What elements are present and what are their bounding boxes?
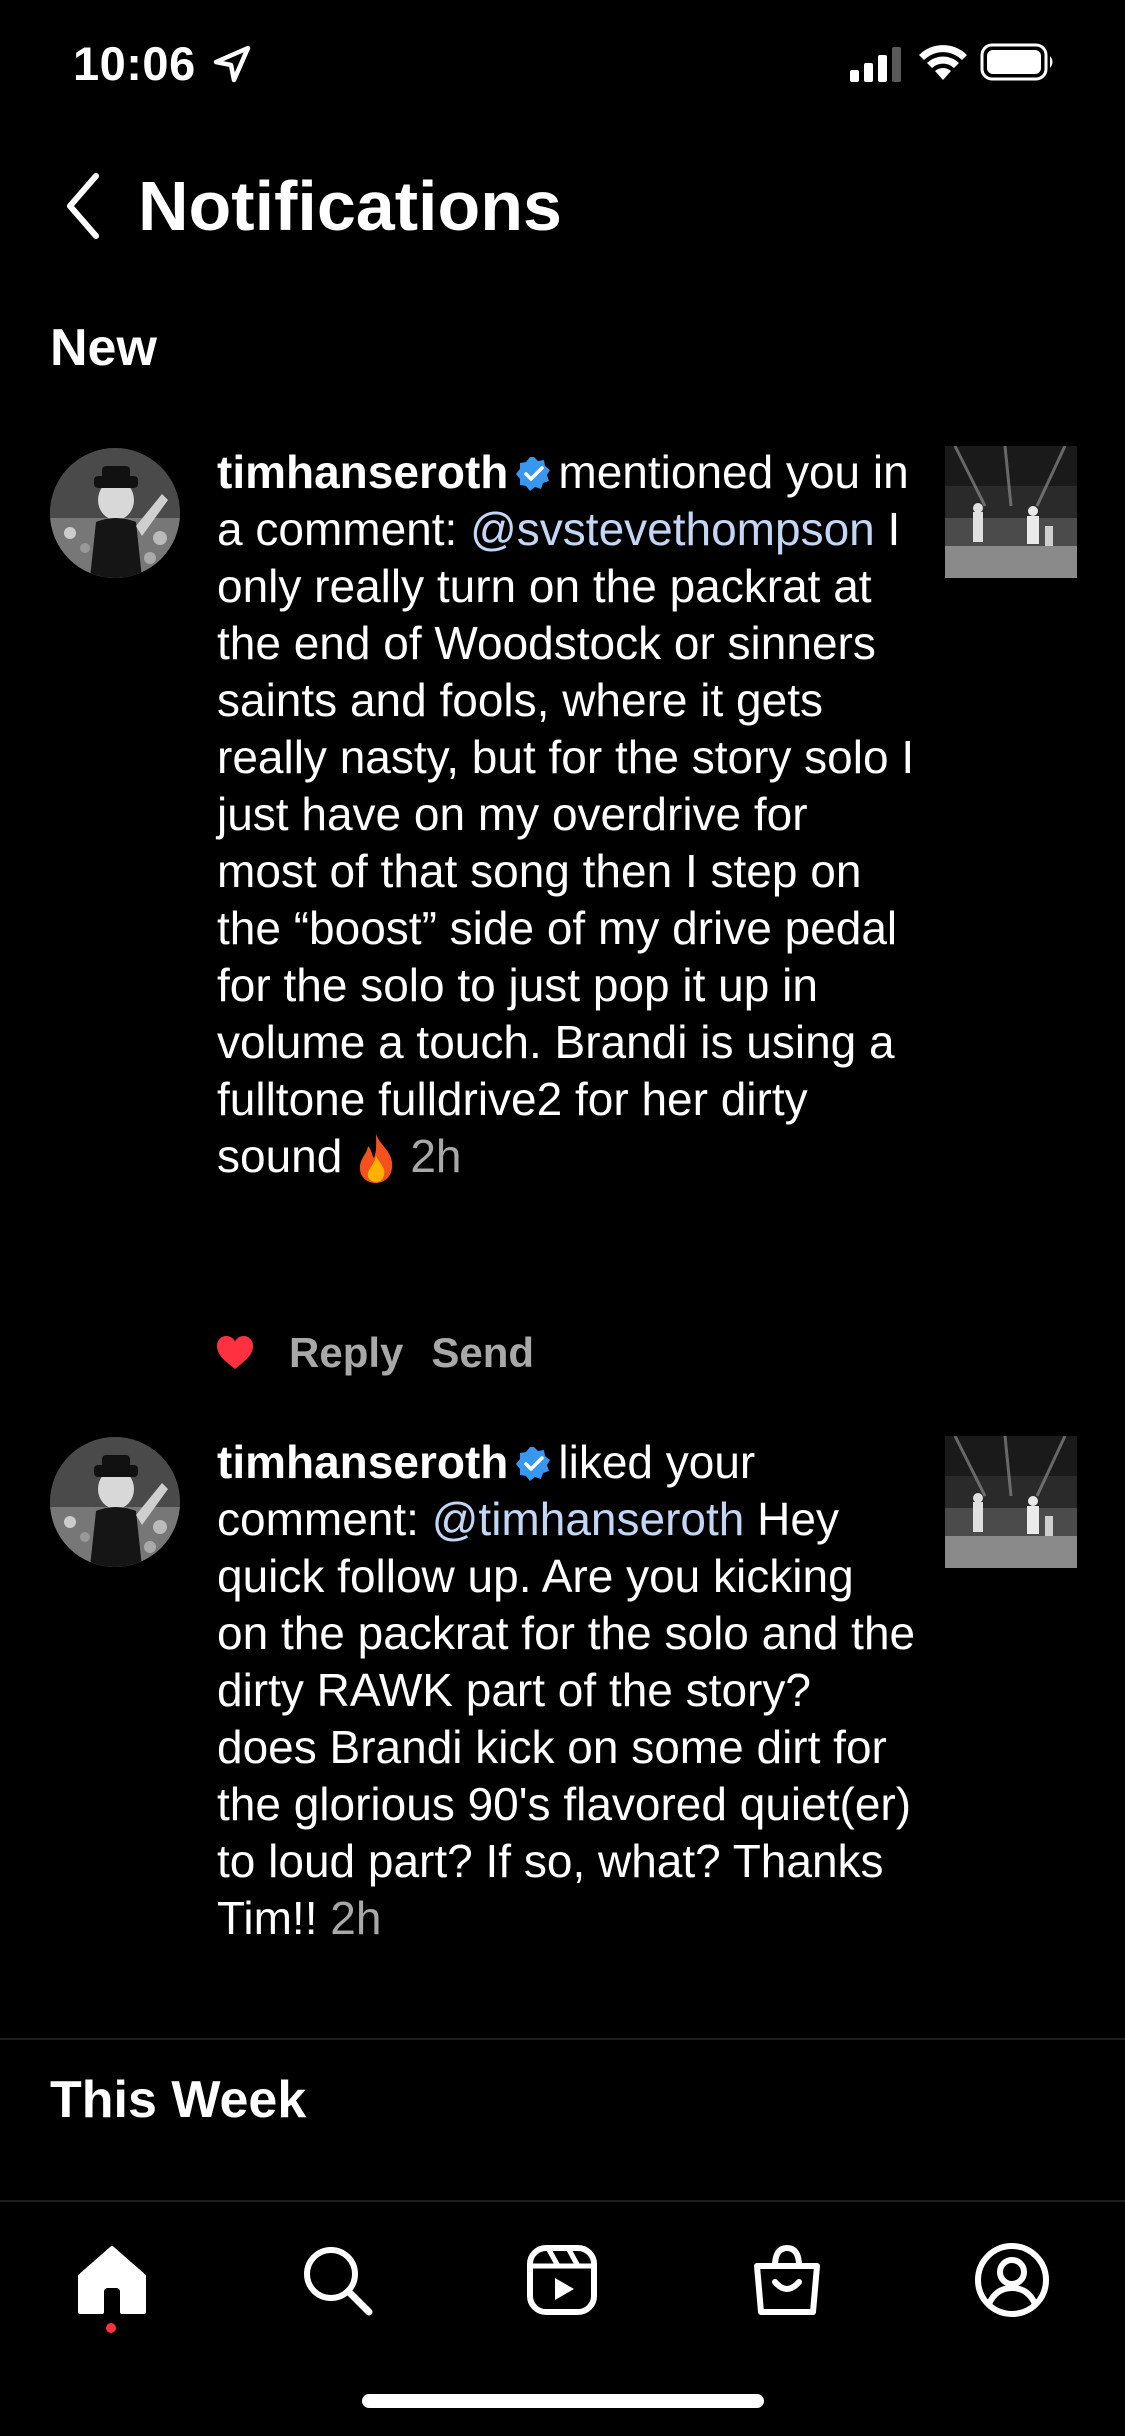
- home-icon[interactable]: [72, 2240, 152, 2320]
- shop-icon[interactable]: [747, 2240, 827, 2320]
- status-time: 10:06: [73, 37, 196, 90]
- fire-emoji-icon: [360, 1134, 393, 1183]
- page-title: Notifications: [138, 167, 562, 245]
- back-chevron-icon[interactable]: [58, 168, 108, 244]
- username[interactable]: timhanseroth: [217, 446, 508, 498]
- battery-icon: [980, 43, 1053, 81]
- section-divider: [0, 2038, 1125, 2040]
- notification-actions: Reply Send: [217, 1323, 562, 1383]
- timestamp: 2h: [410, 1130, 462, 1182]
- post-thumbnail[interactable]: [945, 446, 1077, 578]
- status-bar: 10:06: [0, 0, 1125, 130]
- comment-text: I only really turn on the packrat at the…: [217, 503, 915, 1182]
- location-arrow-icon: [213, 45, 251, 83]
- search-icon[interactable]: [297, 2240, 377, 2320]
- section-title-new: New: [50, 319, 157, 377]
- notification-text: timhanseroth liked your comment: @timhan…: [217, 1434, 917, 1947]
- timestamp: 2h: [330, 1892, 382, 1944]
- post-thumbnail[interactable]: [945, 1436, 1077, 1568]
- verified-badge-icon: [516, 457, 551, 491]
- send-button[interactable]: Send: [431, 1329, 534, 1377]
- username[interactable]: timhanseroth: [217, 1436, 508, 1488]
- section-title-this-week: This Week: [50, 2071, 307, 2129]
- heart-icon[interactable]: [217, 1336, 253, 1370]
- mention-link[interactable]: @timhanseroth: [432, 1493, 745, 1545]
- avatar[interactable]: [50, 1437, 180, 1567]
- tab-bar-divider: [0, 2200, 1125, 2202]
- home-indicator[interactable]: [362, 2394, 764, 2408]
- avatar[interactable]: [50, 448, 180, 578]
- mention-link[interactable]: @svstevethompson: [470, 503, 875, 555]
- wifi-icon: [919, 45, 967, 80]
- verified-badge-icon: [516, 1447, 551, 1481]
- profile-icon[interactable]: [972, 2240, 1052, 2320]
- comment-text: Hey quick follow up. Are you kicking on …: [217, 1493, 916, 1944]
- cellular-signal-icon: [850, 47, 901, 82]
- notification-text: timhanseroth mentioned you in a comment:…: [217, 444, 917, 1185]
- reels-icon[interactable]: [522, 2240, 602, 2320]
- home-active-indicator: [106, 2323, 116, 2333]
- reply-button[interactable]: Reply: [289, 1329, 403, 1377]
